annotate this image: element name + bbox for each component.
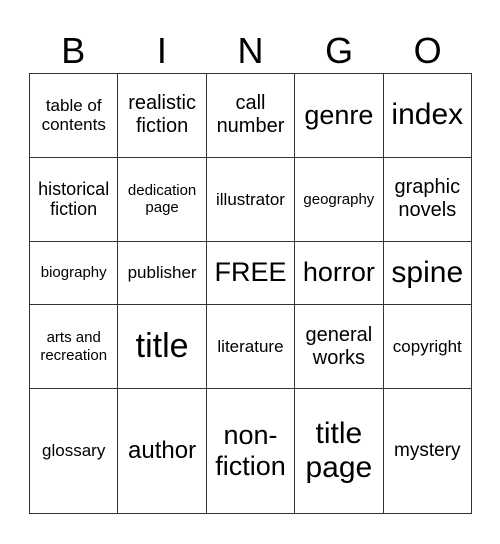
header-letter-g: G [325,30,354,71]
bingo-cell[interactable]: non-fiction [205,388,296,514]
bingo-cell[interactable]: mystery [382,388,473,514]
bingo-cell[interactable]: index [382,73,473,158]
bingo-cell[interactable]: title [117,304,207,390]
bingo-cell[interactable]: glossary [28,388,119,514]
bingo-cell[interactable]: publisher [117,240,207,306]
bingo-cell[interactable]: graphic novels [382,156,473,242]
bingo-cell[interactable]: spine [382,240,473,306]
bingo-row: glossary author non-fiction title page myste… [28,388,473,514]
header-letter-o: O [413,30,442,71]
bingo-cell[interactable]: geography [294,156,384,242]
header-letter-i: I [156,30,167,71]
bingo-card: table of contents realistic fiction call n… [28,73,473,514]
bingo-row: table of contents realistic fiction call n… [28,73,473,158]
bingo-cell[interactable]: biography [28,240,119,306]
bingo-cell[interactable]: arts and recreation [28,304,119,390]
bingo-cell[interactable]: copyright [382,304,473,390]
free-space[interactable]: FREE [205,240,296,306]
bingo-cell[interactable]: call number [205,73,296,158]
bingo-row: arts and recreation title literature genera… [28,304,473,390]
bingo-cell[interactable]: table of contents [28,73,119,158]
bingo-cell[interactable]: author [117,388,207,514]
bingo-cell[interactable]: title page [294,388,384,514]
bingo-cell[interactable]: literature [205,304,296,390]
bingo-cell[interactable]: general works [294,304,384,390]
bingo-header: B I N G O [29,28,472,73]
bingo-cell[interactable]: realistic fiction [117,73,207,158]
bingo-row: historical fiction dedication page illustr… [28,156,473,242]
bingo-cell[interactable]: genre [294,73,384,158]
bingo-cell[interactable]: illustrator [205,156,296,242]
bingo-row: biography publisher FREE horror spine [28,240,473,306]
bingo-cell[interactable]: historical fiction [28,156,119,242]
header-letter-n: N [237,30,264,71]
bingo-cell[interactable]: dedication page [117,156,207,242]
header-letter-b: B [61,30,86,71]
bingo-cell[interactable]: horror [294,240,384,306]
